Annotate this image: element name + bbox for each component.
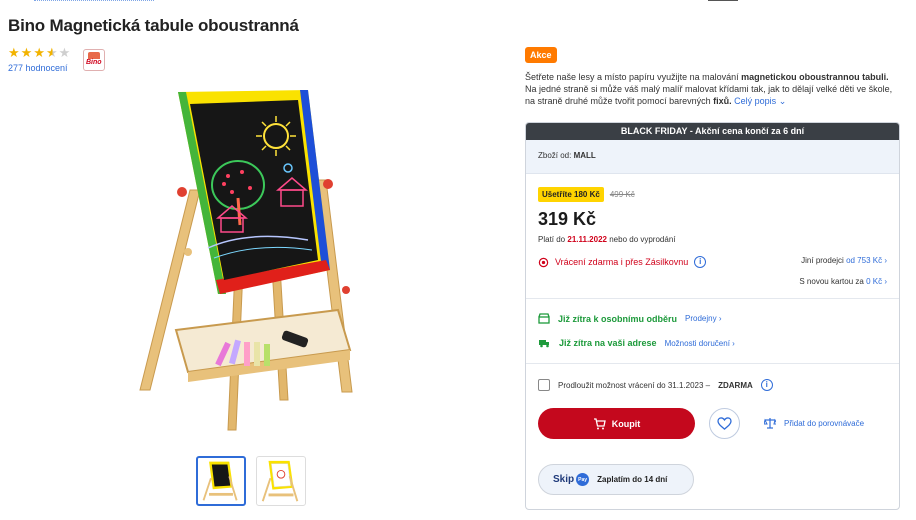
seller-name: MALL	[573, 151, 596, 160]
heart-icon	[717, 417, 732, 430]
skippay-logo: Skip Pay	[553, 473, 590, 486]
description-bold: fixů.	[713, 96, 732, 106]
description-text: Na jedné straně si může váš malý malíř m…	[525, 84, 893, 106]
product-image[interactable]	[128, 80, 368, 440]
info-icon[interactable]: i	[694, 256, 707, 268]
new-card-offer[interactable]: S novou kartou za 0 Kč ›	[799, 277, 887, 286]
seller-label: Zboží od:	[538, 151, 572, 160]
buy-label: Koupit	[611, 418, 641, 429]
compare-link[interactable]: Přidat do porovnávače	[764, 417, 864, 429]
scales-icon	[764, 418, 776, 429]
sale-badge: Akce	[525, 47, 557, 63]
reviews-link[interactable]: 277 hodnocení	[8, 63, 70, 73]
savings-row: Ušetříte 180 Kč 499 Kč	[538, 187, 635, 202]
thumbnail-1[interactable]	[196, 456, 246, 506]
pickup-text: Již zítra k osobnímu odběru	[558, 313, 678, 324]
description-text: Šetřete naše lesy a místo papíru využijt…	[525, 72, 742, 82]
buy-box: BLACK FRIDAY - Akční cena končí za 6 dní…	[525, 122, 900, 510]
star-icon: ★	[20, 45, 33, 60]
extend-return-bold: ZDARMA	[718, 380, 753, 390]
free-returns: Vrácení zdarma i přes Zásilkovnu i	[538, 256, 707, 268]
star-icon: ★	[33, 45, 45, 60]
product-title: Bino Magnetická tabule oboustranná	[8, 16, 299, 35]
new-card-link: 0 Kč	[866, 277, 883, 286]
rating-stars: ★ ★ ★ ★ ★	[8, 46, 70, 60]
header-fragment	[708, 0, 738, 2]
skippay-button[interactable]: Skip Pay Zaplatím do 14 dní	[538, 464, 694, 495]
skippay-text: Zaplatím do 14 dní	[597, 475, 668, 484]
wishlist-button[interactable]	[709, 408, 740, 439]
chevron-right-icon: ›	[884, 277, 887, 286]
full-description-link[interactable]: Celý popis ⌄	[734, 96, 786, 106]
extend-return-text: Prodloužit možnost vrácení do 31.1.2023 …	[558, 380, 711, 390]
other-sellers[interactable]: Jiní prodejci od 753 Kč ›	[801, 256, 887, 265]
cart-icon	[593, 417, 606, 429]
description-bold: magnetickou oboustrannou tabuli.	[741, 72, 889, 82]
chevron-down-icon: ⌄	[778, 96, 787, 106]
truck-icon	[539, 340, 549, 348]
extend-return-option[interactable]: Prodloužit možnost vrácení do 31.1.2023 …	[538, 379, 773, 391]
old-price: 499 Kč	[609, 190, 635, 199]
star-icon: ★	[8, 45, 20, 60]
info-icon[interactable]: i	[760, 379, 773, 391]
stores-link[interactable]: Prodejny ›	[685, 314, 721, 323]
valid-date: 21.11.2022	[567, 235, 607, 244]
product-rating[interactable]: ★ ★ ★ ★ ★ 277 hodnocení	[8, 46, 70, 74]
star-half-icon: ★	[45, 45, 58, 60]
chevron-right-icon: ›	[884, 256, 887, 265]
top-crop-edge	[0, 0, 916, 4]
pickup-delivery: Již zítra k osobnímu odběru Prodejny ›	[538, 313, 721, 324]
brand-logo[interactable]: Bino	[83, 49, 105, 71]
delivery-options-link[interactable]: Možnosti doručení ›	[665, 339, 735, 348]
divider	[526, 298, 899, 299]
image-thumbnails	[196, 456, 306, 506]
return-icon	[538, 257, 549, 267]
extend-return-checkbox[interactable]	[538, 379, 550, 391]
seller-info: Zboží od: MALL	[526, 140, 899, 174]
brand-logo-graphic	[88, 52, 100, 59]
other-sellers-link: od 753 Kč	[846, 256, 883, 265]
compare-label: Přidat do porovnávače	[784, 418, 865, 428]
thumbnail-2[interactable]	[256, 456, 306, 506]
store-icon	[538, 313, 550, 324]
buy-button[interactable]: Koupit	[538, 408, 695, 439]
brand-logo-text: Bino	[86, 59, 102, 66]
home-delivery: Již zítra na vaši adrese Možnosti doruče…	[538, 338, 735, 348]
divider	[526, 363, 899, 364]
current-price: 319 Kč	[538, 209, 597, 229]
black-friday-banner: BLACK FRIDAY - Akční cena končí za 6 dní	[526, 123, 899, 140]
savings-badge: Ušetříte 180 Kč	[538, 187, 604, 202]
product-short-description: Šetřete naše lesy a místo papíru využijt…	[525, 71, 900, 107]
price-validity: Platí do 21.11.2022 nebo do vyprodání	[538, 235, 676, 244]
home-delivery-text: Již zítra na vaši adrese	[559, 338, 657, 348]
star-empty-icon: ★	[58, 45, 71, 60]
free-returns-text: Vrácení zdarma i přes Zásilkovnu	[555, 257, 689, 267]
breadcrumb-fragment	[34, 0, 154, 2]
